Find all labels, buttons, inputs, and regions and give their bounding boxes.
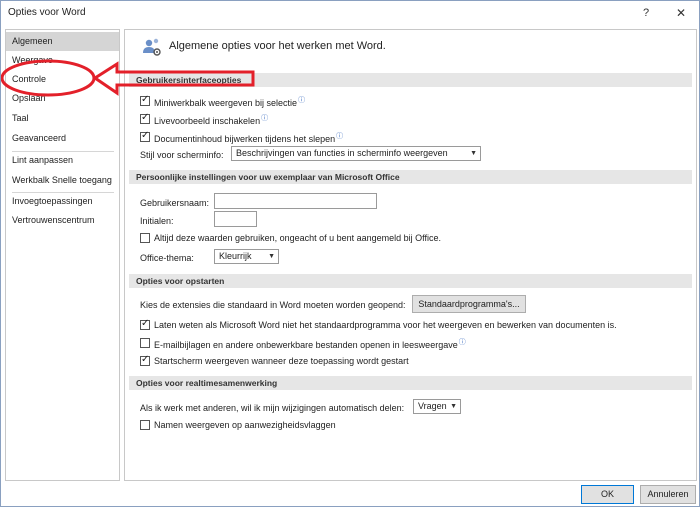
checkbox-open-attachments-reading[interactable] bbox=[140, 338, 150, 348]
office-theme-select[interactable]: Kleurrijk ▼ bbox=[214, 249, 279, 264]
sidebar-item-lint-aanpassen[interactable]: Lint aanpassen bbox=[6, 151, 119, 170]
theme-label: Office-thema: bbox=[140, 253, 194, 263]
checkbox-livevoorbeeld[interactable] bbox=[140, 112, 150, 124]
share-label: Als ik werk met anderen, wil ik mijn wij… bbox=[140, 403, 405, 413]
sidebar-item-geavanceerd[interactable]: Geavanceerd bbox=[6, 129, 119, 148]
chevron-down-icon: ▼ bbox=[470, 150, 477, 157]
checkbox-show-names-flags[interactable] bbox=[140, 420, 150, 430]
window-title: Opties voor Word bbox=[8, 7, 86, 18]
option-label: Livevoorbeeld inschakelenⓘ bbox=[154, 112, 268, 126]
share-changes-select[interactable]: Vragen ▼ bbox=[413, 399, 461, 414]
sidebar-item-werkbalk-snelle-toegang[interactable]: Werkbalk Snelle toegang bbox=[6, 171, 119, 190]
sidebar-item-taal[interactable]: Taal bbox=[6, 109, 119, 128]
initials-label: Initialen: bbox=[140, 216, 174, 226]
close-icon[interactable]: ✕ bbox=[669, 4, 693, 22]
section-header-ui: Gebruikersinterfaceopties bbox=[129, 73, 692, 87]
option-text: E-mailbijlagen en andere onbewerkbare be… bbox=[154, 340, 458, 350]
cancel-button[interactable]: Annuleren bbox=[640, 485, 696, 504]
select-value: Beschrijvingen van functies in scherminf… bbox=[236, 148, 448, 158]
extensions-label: Kies de extensies die standaard in Word … bbox=[140, 300, 406, 310]
sidebar-item-invoegtoepassingen[interactable]: Invoegtoepassingen bbox=[6, 192, 119, 211]
info-icon[interactable]: ⓘ bbox=[261, 115, 268, 122]
checkbox-always-use-values[interactable] bbox=[140, 233, 150, 243]
title-bar: Opties voor Word ? ✕ bbox=[1, 1, 699, 25]
select-value: Vragen bbox=[418, 401, 447, 411]
always-use-label: Altijd deze waarden gebruiken, ongeacht … bbox=[154, 233, 442, 243]
options-dialog: Opties voor Word ? ✕ Algemeen Weergave C… bbox=[0, 0, 700, 507]
sidebar-item-opslaan[interactable]: Opslaan bbox=[6, 89, 119, 108]
info-icon[interactable]: ⓘ bbox=[336, 133, 343, 140]
username-label: Gebruikersnaam: bbox=[140, 198, 210, 208]
option-label: Documentinhoud bijwerken tijdens het sle… bbox=[154, 130, 343, 144]
chevron-down-icon: ▼ bbox=[268, 253, 275, 260]
chevron-down-icon: ▼ bbox=[450, 403, 457, 410]
options-panel: Algemene opties voor het werken met Word… bbox=[124, 29, 697, 481]
sidebar-nav: Algemeen Weergave Controle Opslaan Taal … bbox=[5, 29, 120, 481]
users-settings-icon bbox=[143, 38, 161, 56]
option-text: Livevoorbeeld inschakelen bbox=[154, 116, 261, 126]
sidebar-item-vertrouwenscentrum[interactable]: Vertrouwenscentrum bbox=[6, 211, 119, 230]
sidebar-item-weergave[interactable]: Weergave bbox=[6, 51, 119, 70]
sidebar-item-controle[interactable]: Controle bbox=[6, 70, 119, 89]
info-icon[interactable]: ⓘ bbox=[459, 339, 466, 346]
option-text: Miniwerkbalk weergeven bij selectie bbox=[154, 98, 298, 108]
checkbox-documentinhoud[interactable] bbox=[140, 130, 150, 142]
show-names-label: Namen weergeven op aanwezigheidsvlaggen bbox=[154, 420, 336, 430]
screentip-style-select[interactable]: Beschrijvingen van functies in scherminf… bbox=[231, 146, 481, 161]
initials-input[interactable] bbox=[214, 211, 257, 227]
page-title: Algemene opties voor het werken met Word… bbox=[169, 40, 386, 52]
checkbox-notify-default-program[interactable] bbox=[140, 318, 150, 330]
info-icon[interactable]: ⓘ bbox=[298, 97, 305, 104]
section-header-personal: Persoonlijke instellingen voor uw exempl… bbox=[129, 170, 692, 184]
username-input[interactable] bbox=[214, 193, 377, 209]
option-label: Miniwerkbalk weergeven bij selectieⓘ bbox=[154, 94, 305, 108]
notify-default-label: Laten weten als Microsoft Word niet het … bbox=[154, 320, 617, 330]
select-value: Kleurrijk bbox=[219, 251, 252, 261]
sidebar-item-algemeen[interactable]: Algemeen bbox=[6, 32, 119, 51]
checkbox-start-screen[interactable] bbox=[140, 354, 150, 366]
option-text: Documentinhoud bijwerken tijdens het sle… bbox=[154, 134, 336, 144]
section-header-startup: Opties voor opstarten bbox=[129, 274, 692, 288]
help-icon[interactable]: ? bbox=[634, 4, 658, 22]
ok-button[interactable]: OK bbox=[581, 485, 634, 504]
checkbox-miniwerkbalk[interactable] bbox=[140, 94, 150, 106]
start-screen-label: Startscherm weergeven wanneer deze toepa… bbox=[154, 356, 409, 366]
section-header-collaboration: Opties voor realtimesamenwerking bbox=[129, 376, 692, 390]
default-programs-button[interactable]: Standaardprogramma's... bbox=[412, 295, 526, 313]
screentip-label: Stijl voor scherminfo: bbox=[140, 150, 224, 160]
option-label: E-mailbijlagen en andere onbewerkbare be… bbox=[154, 336, 466, 350]
